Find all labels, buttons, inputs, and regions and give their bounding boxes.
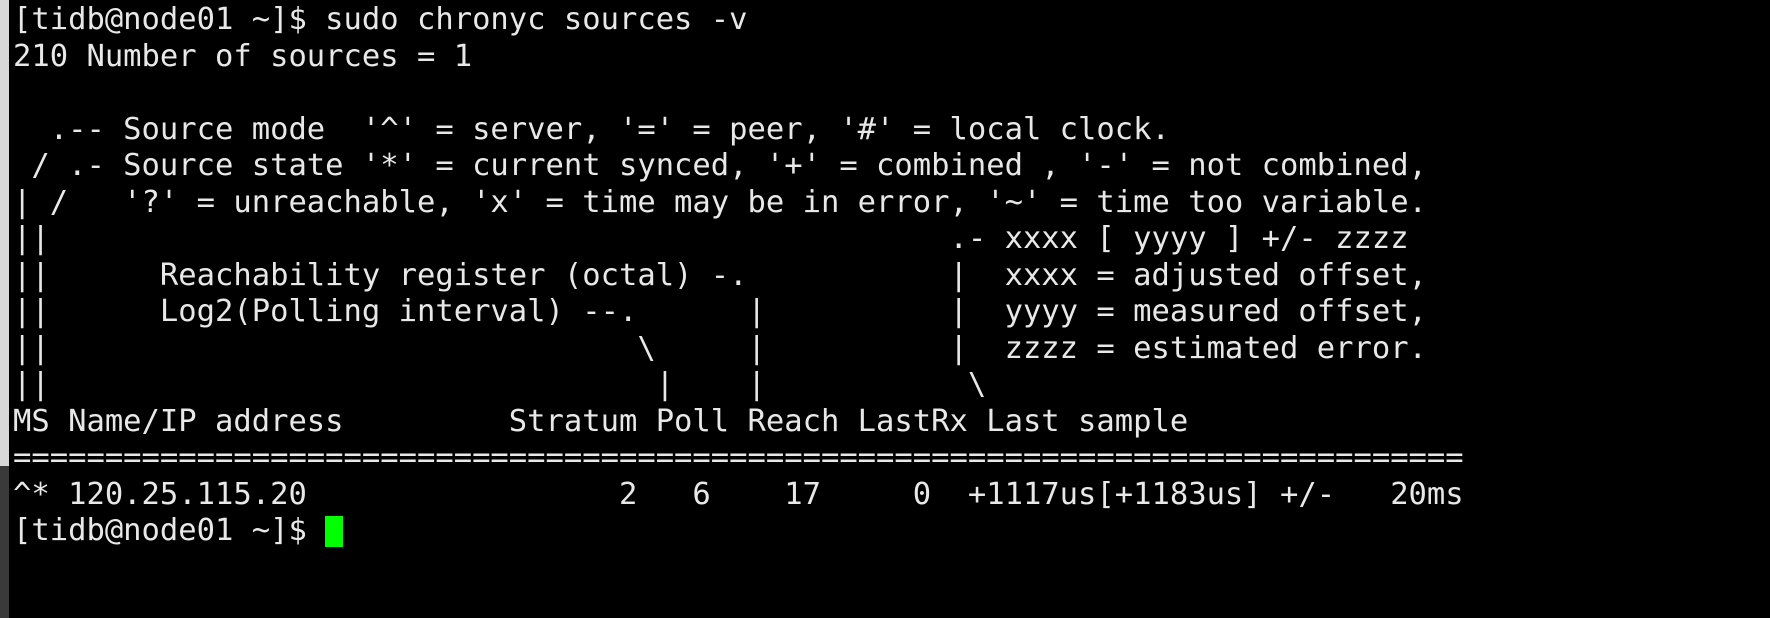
status-line: 210 Number of sources = 1 <box>13 38 473 74</box>
legend-source-mode: .-- Source mode '^' = server, '=' = peer… <box>13 111 1170 147</box>
table-header: MS Name/IP address Stratum Poll Reach La… <box>13 403 1189 439</box>
terminal-screen[interactable]: [tidb@node01 ~]$ sudo chronyc sources -v… <box>9 0 1770 618</box>
legend-sample-format: || .- xxxx [ yyyy ] +/- zzzz <box>13 221 1409 256</box>
legend-unreachable: | / '?' = unreachable, 'x' = time may be… <box>13 184 1427 220</box>
prompt-text: [tidb@node01 ~]$ <box>13 513 326 548</box>
shell-prompt-line: [tidb@node01 ~]$ <box>13 513 1464 550</box>
table-row: ^* 120.25.115.20 2 6 17 0 +1117us[+1183u… <box>13 476 1464 512</box>
legend-pointer-line: || | | \ <box>13 367 987 402</box>
legend-polling-interval: || Log2(Polling interval) --. | | yyyy =… <box>13 294 1427 329</box>
command-line: [tidb@node01 ~]$ sudo chronyc sources -v <box>13 2 748 37</box>
cursor-block <box>325 515 344 547</box>
scrollbar-thumb[interactable] <box>0 0 9 466</box>
legend-source-state: / .- Source state '*' = current synced, … <box>13 148 1427 183</box>
table-separator: ========================================… <box>13 440 1464 475</box>
legend-estimated-error: || \ | | zzzz = estimated error. <box>13 330 1427 366</box>
terminal-scrollbar[interactable] <box>0 0 9 618</box>
legend-reachability-register: || Reachability register (octal) -. | xx… <box>13 257 1427 293</box>
terminal-window[interactable]: [tidb@node01 ~]$ sudo chronyc sources -v… <box>0 0 1770 618</box>
terminal-output: [tidb@node01 ~]$ sudo chronyc sources -v… <box>13 2 1464 550</box>
